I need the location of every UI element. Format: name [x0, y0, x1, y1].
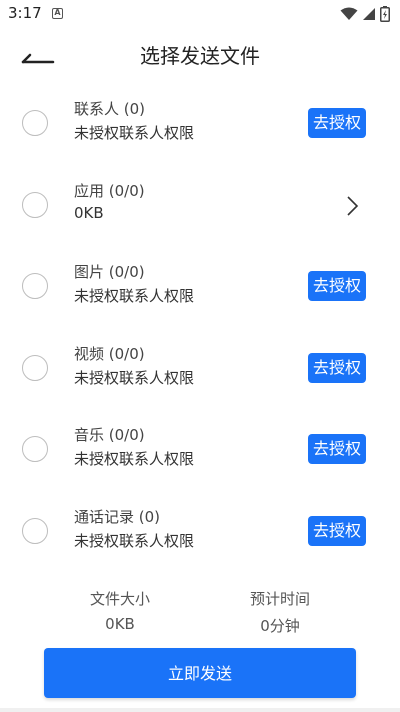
radio-button[interactable] [22, 110, 48, 136]
estimated-time-label: 预计时间 [249, 590, 310, 608]
item-title: 通话记录 (0) [74, 507, 161, 526]
list-item-contacts[interactable]: 联系人 (0) 未授权联系人权限 去授权 [0, 83, 400, 165]
item-subtitle: 0KB [74, 203, 104, 222]
estimated-time-summary: 预计时间 0分钟 [220, 588, 340, 636]
radio-button[interactable] [22, 191, 48, 218]
item-title: 应用 (0/0) [74, 181, 145, 200]
status-icons [340, 6, 390, 22]
item-subtitle: 未授权联系人权限 [74, 368, 195, 387]
file-size-summary: 文件大小 0KB [60, 588, 180, 633]
transfer-summary: 文件大小 0KB 预计时间 0分钟 [0, 588, 400, 644]
wifi-icon [340, 7, 358, 20]
chevron-right-icon[interactable] [342, 195, 362, 217]
item-title: 图片 (0/0) [74, 263, 145, 281]
authorize-button[interactable]: 去授权 [308, 271, 366, 301]
send-now-button[interactable]: 立即发送 [44, 648, 356, 698]
item-subtitle: 未授权联系人权限 [74, 450, 195, 468]
file-size-value: 0KB [105, 615, 135, 633]
radio-button[interactable] [22, 517, 48, 544]
status-time: 3:17 [8, 4, 42, 22]
bottom-divider [0, 708, 400, 712]
list-item-call-log[interactable]: 通话记录 (0) 未授权联系人权限 去授权 [0, 491, 400, 573]
estimated-time-value: 0分钟 [260, 617, 300, 635]
list-item-videos[interactable]: 视频 (0/0) 未授权联系人权限 去授权 [0, 328, 400, 410]
file-size-label: 文件大小 [89, 590, 150, 608]
list-item-apps[interactable]: 应用 (0/0) 0KB [0, 165, 400, 247]
page-title: 选择发送文件 [140, 44, 260, 68]
radio-button[interactable] [22, 354, 48, 381]
authorize-button[interactable]: 去授权 [308, 352, 366, 383]
header: 选择发送文件 [0, 28, 400, 80]
authorize-button[interactable]: 去授权 [308, 108, 366, 138]
signal-icon [363, 8, 375, 20]
file-type-list: 联系人 (0) 未授权联系人权限 去授权 应用 (0/0) 0KB 图片 (0/… [0, 83, 400, 572]
authorize-button[interactable]: 去授权 [308, 515, 366, 546]
item-title: 视频 (0/0) [74, 344, 145, 363]
battery-icon [380, 6, 390, 22]
list-item-music[interactable]: 音乐 (0/0) 未授权联系人权限 去授权 [0, 409, 400, 491]
radio-button[interactable] [22, 436, 48, 462]
authorize-button[interactable]: 去授权 [308, 434, 366, 464]
list-item-images[interactable]: 图片 (0/0) 未授权联系人权限 去授权 [0, 246, 400, 328]
item-title: 联系人 (0) [74, 100, 146, 118]
item-subtitle: 未授权联系人权限 [74, 124, 195, 142]
notification-icon: A [52, 8, 63, 19]
item-subtitle: 未授权联系人权限 [74, 287, 195, 305]
item-subtitle: 未授权联系人权限 [74, 531, 195, 550]
radio-button[interactable] [22, 273, 48, 299]
status-bar: 3:17 A [0, 0, 400, 28]
item-title: 音乐 (0/0) [74, 426, 145, 444]
